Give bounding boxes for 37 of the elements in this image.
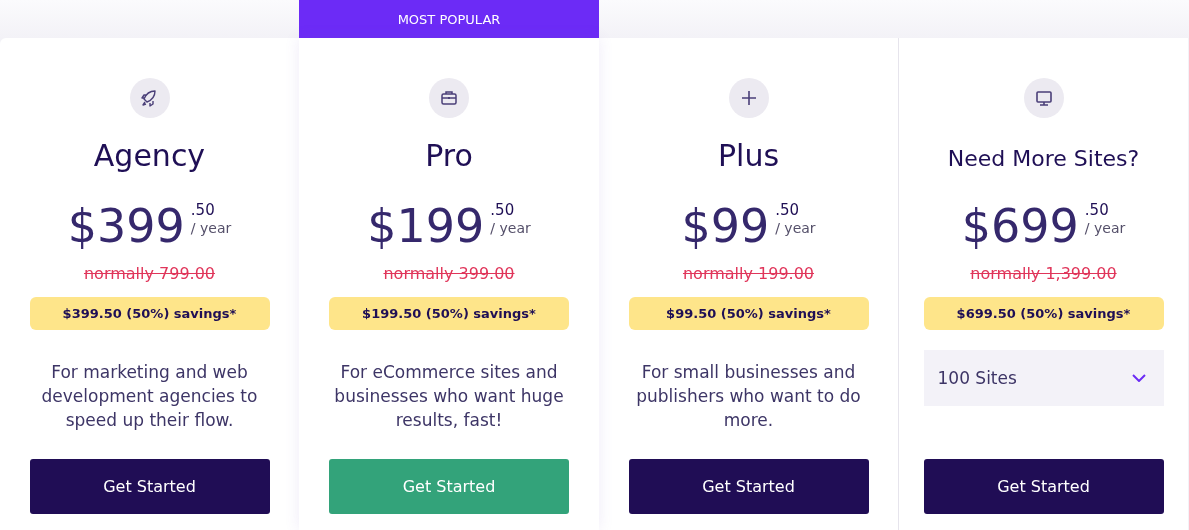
price-cents: .50 <box>190 202 216 218</box>
billing-period: / year <box>1084 219 1126 238</box>
price: $699 <box>961 198 1079 255</box>
price-cents: .50 <box>490 202 516 218</box>
get-started-button[interactable]: Get Started <box>29 459 270 514</box>
savings-badge: $699.50 (50%) savings* <box>923 297 1164 330</box>
savings-badge: $199.50 (50%) savings* <box>329 297 569 330</box>
briefcase-icon <box>429 78 469 118</box>
billing-period: / year <box>775 219 816 238</box>
savings-badge: $99.50 (50%) savings* <box>628 297 869 330</box>
plan-name: Need More Sites? <box>947 145 1140 173</box>
price-cents: .50 <box>775 202 801 218</box>
plan-description: For small businesses and publishers who want to do more. <box>635 361 862 432</box>
plus-icon <box>728 78 769 118</box>
plan-description: For eCommerce sites and businesses who want huge results, fast! <box>333 361 565 432</box>
price: $399 <box>67 198 185 255</box>
monitor-icon <box>1023 78 1064 118</box>
plan-name: Pro <box>425 137 473 175</box>
get-started-button[interactable]: Get Started <box>628 459 869 514</box>
chevron-down-icon <box>1131 374 1146 382</box>
savings-badge: $399.50 (50%) savings* <box>29 297 270 330</box>
get-started-button[interactable]: Get Started <box>923 459 1164 514</box>
price: $199 <box>367 198 485 255</box>
rocket-icon <box>129 78 170 118</box>
original-price: normally 199.00 <box>682 264 814 283</box>
price-cents: .50 <box>1084 202 1110 218</box>
billing-period: / year <box>190 219 232 238</box>
plan-name: Agency <box>93 137 206 175</box>
sites-dropdown[interactable]: 100 Sites <box>923 350 1164 406</box>
plan-name: Plus <box>717 137 780 175</box>
price: $99 <box>681 198 770 255</box>
original-price: normally 799.00 <box>83 264 215 283</box>
original-price: normally 1,399.00 <box>970 264 1117 283</box>
plan-description: For marketing and web development agencies to speed up their flow. <box>40 361 259 432</box>
most-popular-banner: MOST POPULAR <box>299 0 599 38</box>
original-price: normally 399.00 <box>383 264 515 283</box>
billing-period: / year <box>490 219 531 238</box>
